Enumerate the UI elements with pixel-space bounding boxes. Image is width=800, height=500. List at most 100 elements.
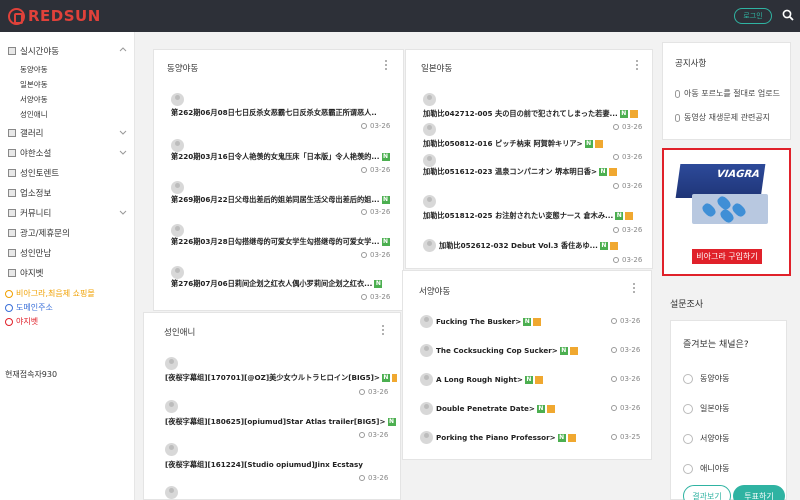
post-title[interactable]: [夜桜字幕组][161224][Studio opiumud]Jinx Ecst… — [165, 460, 397, 470]
post-title[interactable]: Double Penetrate Date> N — [436, 404, 606, 413]
post-title[interactable]: 第276期07月06日莉间企划之红衣人偶小罗莉间企划之红衣... N — [171, 279, 391, 289]
avatar — [420, 373, 433, 386]
radio-icon[interactable] — [683, 373, 693, 384]
sidebar-item-label: 업소정보 — [20, 189, 52, 199]
sidebar-item-yajibet[interactable]: 야지벳 — [8, 266, 128, 280]
post-date: 03-26 — [359, 388, 388, 396]
link-viagra-shop[interactable]: 비아그라,최음제 쇼핑몰 — [5, 288, 95, 299]
sidebar-item-label: 야지벳 — [20, 269, 44, 279]
login-button[interactable]: 로그인 — [734, 8, 772, 24]
notice-panel: 공지사항 아동 포르노를 절대로 업로드 동영상 재생문제 관련공지 — [662, 42, 791, 140]
post-title[interactable]: 第220期03月16日令人艳羡的女鬼压床「日本版」令人艳羡的... N — [171, 152, 391, 162]
new-badge-icon: N — [381, 238, 390, 246]
viagra-ad-banner[interactable]: VIAGRA 비아그라 구입하기 — [662, 148, 791, 276]
chevron-up-icon[interactable] — [118, 45, 128, 55]
post-title[interactable]: Porking the Piano Professor> N — [436, 433, 606, 442]
radio-icon[interactable] — [683, 463, 693, 474]
survey-option[interactable]: 서양야동 — [683, 433, 729, 444]
avatar — [171, 181, 184, 194]
post-title[interactable]: [夜桜字幕组][170701][@OZ]美少女ウルトラヒロイン[BIG5]> N — [165, 373, 397, 383]
clock-icon — [613, 124, 619, 130]
clock-icon — [361, 209, 367, 215]
sidebar-item-realtime[interactable]: 실시간야동 — [8, 44, 128, 58]
panel-title: 일본야동 — [421, 64, 453, 74]
panel-title: 서양야동 — [419, 287, 451, 297]
new-badge-icon: N — [559, 347, 568, 355]
sidebar-subitem-dongyang[interactable]: 동양야동 — [20, 64, 48, 75]
chevron-down-icon[interactable] — [118, 127, 128, 137]
photo-badge-icon — [567, 434, 576, 442]
new-badge-icon: N — [615, 212, 624, 220]
new-badge-icon: N — [599, 241, 608, 250]
sidebar-item-gallery[interactable]: 갤러리 — [8, 126, 128, 140]
post-title[interactable]: Fucking The Busker> N — [436, 317, 606, 326]
post-title[interactable]: 加勒比051612-023 温泉コンパニオン 堺本明日香> N — [423, 167, 645, 177]
search-icon[interactable] — [782, 9, 794, 21]
photo-badge-icon — [609, 168, 618, 176]
post-date: 03-26 — [613, 153, 642, 161]
survey-option[interactable]: 동양야동 — [683, 373, 729, 384]
clock-icon — [359, 475, 365, 481]
clock-icon — [361, 294, 367, 300]
avatar — [171, 139, 184, 152]
post-date: 03-25 — [611, 433, 640, 441]
more-icon[interactable] — [385, 60, 388, 71]
post-date: 03-26 — [611, 375, 640, 383]
radio-icon[interactable] — [683, 403, 693, 414]
more-icon[interactable] — [636, 60, 639, 71]
new-badge-icon: N — [381, 374, 390, 382]
product-box-image: VIAGRA — [675, 164, 766, 198]
more-icon[interactable] — [633, 283, 636, 294]
buy-viagra-button[interactable]: 비아그라 구입하기 — [692, 249, 762, 264]
avatar — [171, 224, 184, 237]
post-title[interactable]: A Long Rough Night> N — [436, 375, 606, 384]
photo-badge-icon — [594, 140, 603, 148]
sidebar-item-ads[interactable]: 광고/제휴문의 — [8, 226, 128, 240]
post-date: 03-26 — [359, 431, 388, 439]
post-title[interactable]: 加勒比050812-016 ピッチ枘束 阿賀幹キリア> N — [423, 139, 645, 149]
link-yajibet[interactable]: 야지벳 — [5, 316, 38, 327]
sidebar-subitem-seoyang[interactable]: 서양야동 — [20, 94, 48, 105]
post-title[interactable]: 加勒比042712-005 夫の目の前で犯されてしまった若妻... N — [423, 109, 645, 119]
post-title[interactable]: 第262期06月08日七日反杀女恶霸七日反杀女恶霸正所谓恶人... — [171, 108, 376, 118]
photo-badge-icon — [391, 374, 397, 382]
sidebar-item-label: 야한소설 — [20, 149, 52, 159]
clock-icon — [611, 376, 617, 382]
sidebar-item-label: 광고/제휴문의 — [20, 229, 70, 239]
notice-item[interactable]: 아동 포르노를 절대로 업로드 — [675, 88, 793, 99]
more-icon[interactable] — [382, 325, 385, 336]
sidebar-item-meeting[interactable]: 성인만남 — [8, 246, 128, 260]
notice-item[interactable]: 동영상 재생문제 관련공지 — [675, 112, 793, 123]
radio-icon[interactable] — [683, 433, 693, 444]
post-date: 03-26 — [611, 404, 640, 412]
survey-vote-button[interactable]: 투표하기 — [733, 485, 785, 500]
avatar — [420, 344, 433, 357]
sidebar-subitem-anime[interactable]: 성인애니 — [20, 109, 48, 120]
sidebar-subitem-ilbon[interactable]: 일본야동 — [20, 79, 48, 90]
site-logo[interactable]: REDSUN — [8, 7, 101, 25]
logo-mark-icon — [8, 7, 25, 25]
post-date: 03-26 — [611, 346, 640, 354]
chevron-down-icon[interactable] — [118, 207, 128, 217]
link-domain[interactable]: 도메인주소 — [5, 302, 53, 313]
chevron-down-icon[interactable] — [118, 147, 128, 157]
post-title[interactable]: 第269期06月22日父母出差后的姐弟同居生活父母出差后的姐... N — [171, 195, 391, 205]
sidebar-item-community[interactable]: 커뮤니티 — [8, 206, 128, 220]
post-title[interactable]: [夜桜字幕组][180625][opiumud]Star Atlas trail… — [165, 417, 397, 427]
clock-icon — [613, 154, 619, 160]
survey-option[interactable]: 애니야동 — [683, 463, 729, 474]
menu-square-icon — [8, 129, 16, 137]
sidebar-item-torrent[interactable]: 성인토렌트 — [8, 166, 128, 180]
survey-result-button[interactable]: 결과보기 — [683, 485, 731, 500]
post-date: 03-26 — [613, 226, 642, 234]
sidebar-item-business[interactable]: 업소정보 — [8, 186, 128, 200]
clock-icon — [611, 318, 617, 324]
post-title[interactable]: The Cocksucking Cop Sucker> N — [436, 346, 606, 355]
post-title[interactable]: 加勒比051812-025 お注射されたい変態ナース 倉木み... N — [423, 211, 645, 221]
top-bar: REDSUN 로그인 — [0, 0, 800, 32]
survey-option[interactable]: 일본야동 — [683, 403, 729, 414]
post-title[interactable]: 加勒比052612-032 Debut Vol.3 香住あゆ... N — [423, 239, 645, 252]
new-badge-icon: N — [557, 434, 566, 442]
sidebar-item-novel[interactable]: 야한소설 — [8, 146, 128, 160]
post-title[interactable]: 第226期03月28日勾搭继母的可爱女学生勾搭继母的可爱女学... N — [171, 237, 391, 247]
